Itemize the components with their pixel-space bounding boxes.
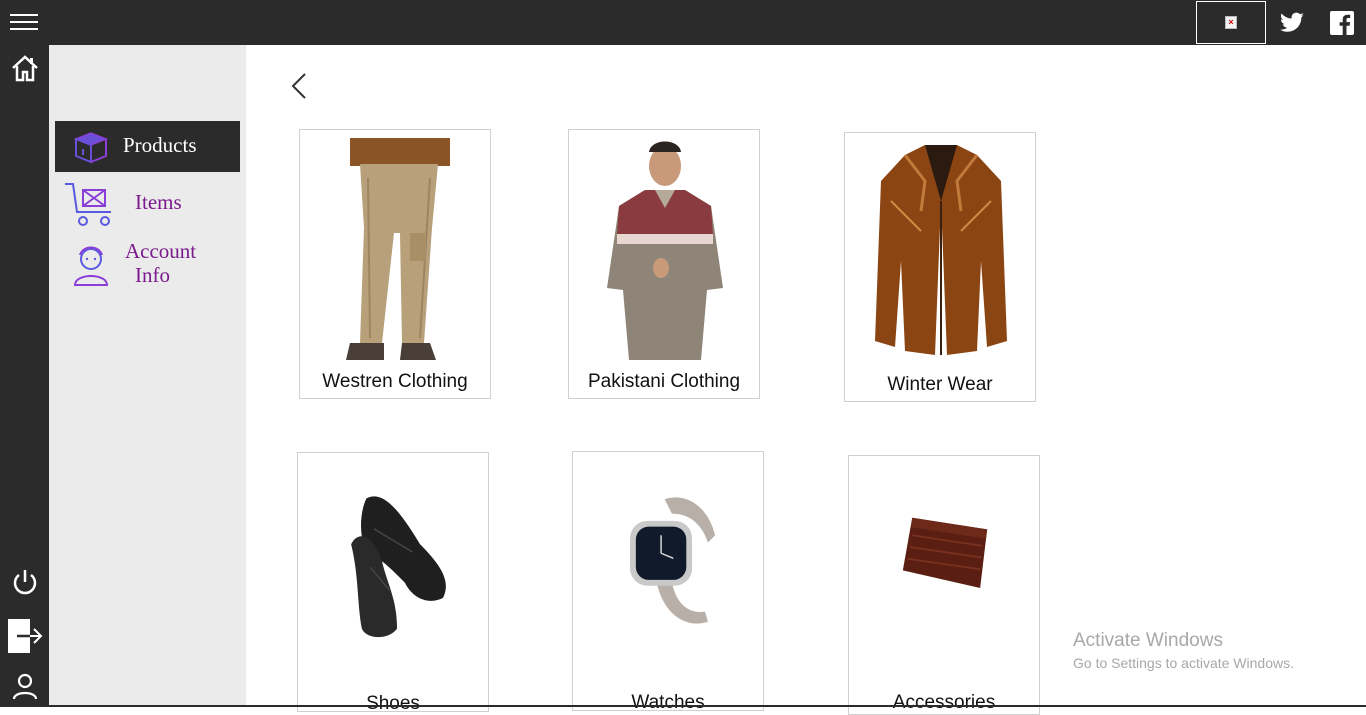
watch-image xyxy=(630,497,716,624)
logout-icon[interactable] xyxy=(7,618,43,654)
sidebar-item-account-info[interactable]: Account Info xyxy=(55,237,240,289)
jacket-image xyxy=(875,145,1007,355)
kurta-image xyxy=(607,141,723,360)
sidebar-item-products[interactable]: Products xyxy=(55,121,240,172)
category-card-shoes[interactable]: Shoes xyxy=(297,452,489,714)
category-card-watches[interactable]: Watches xyxy=(572,451,764,713)
sidebar-item-label-line2: Info xyxy=(135,263,170,287)
close-button[interactable]: × xyxy=(1196,1,1266,44)
card-label: Accessories xyxy=(892,692,996,713)
category-card-westren-clothing[interactable]: Westren Clothing xyxy=(299,129,491,399)
close-icon: × xyxy=(1225,16,1237,29)
home-icon[interactable] xyxy=(10,53,40,83)
cart-icon xyxy=(65,183,111,226)
activate-windows-subtitle: Go to Settings to activate Windows. xyxy=(1073,655,1294,671)
sidebar-item-items[interactable]: Items xyxy=(55,177,240,229)
back-arrow-icon[interactable] xyxy=(290,72,310,100)
hamburger-menu-icon[interactable] xyxy=(8,10,40,36)
facebook-icon[interactable] xyxy=(1330,11,1354,35)
user-avatar-icon xyxy=(73,246,109,286)
power-icon[interactable] xyxy=(10,567,40,597)
pants-image xyxy=(346,138,450,360)
twitter-icon[interactable] xyxy=(1278,10,1306,36)
card-label: Winter Wear xyxy=(887,374,993,395)
activate-windows-title: Activate Windows xyxy=(1073,630,1223,651)
card-label: Shoes xyxy=(366,693,420,714)
box-icon xyxy=(73,132,109,164)
card-label: Westren Clothing xyxy=(322,371,468,392)
side-nav-panel: Products Items Account Info xyxy=(49,45,246,707)
sidebar-item-label: Products xyxy=(123,133,197,157)
user-icon[interactable] xyxy=(10,671,40,701)
sidebar-item-label: Account xyxy=(125,239,197,263)
sidebar-item-label: Items xyxy=(135,190,182,214)
top-bar: × xyxy=(0,0,1366,45)
left-rail xyxy=(0,45,49,707)
category-card-pakistani-clothing[interactable]: Pakistani Clothing xyxy=(568,129,760,399)
category-card-accessories[interactable]: Accessories xyxy=(848,455,1040,715)
shoes-image xyxy=(351,496,446,638)
wallet-image xyxy=(902,517,988,588)
category-card-winter-wear[interactable]: Winter Wear xyxy=(844,132,1036,402)
card-label: Pakistani Clothing xyxy=(587,371,741,392)
card-label: Watches xyxy=(631,692,705,713)
